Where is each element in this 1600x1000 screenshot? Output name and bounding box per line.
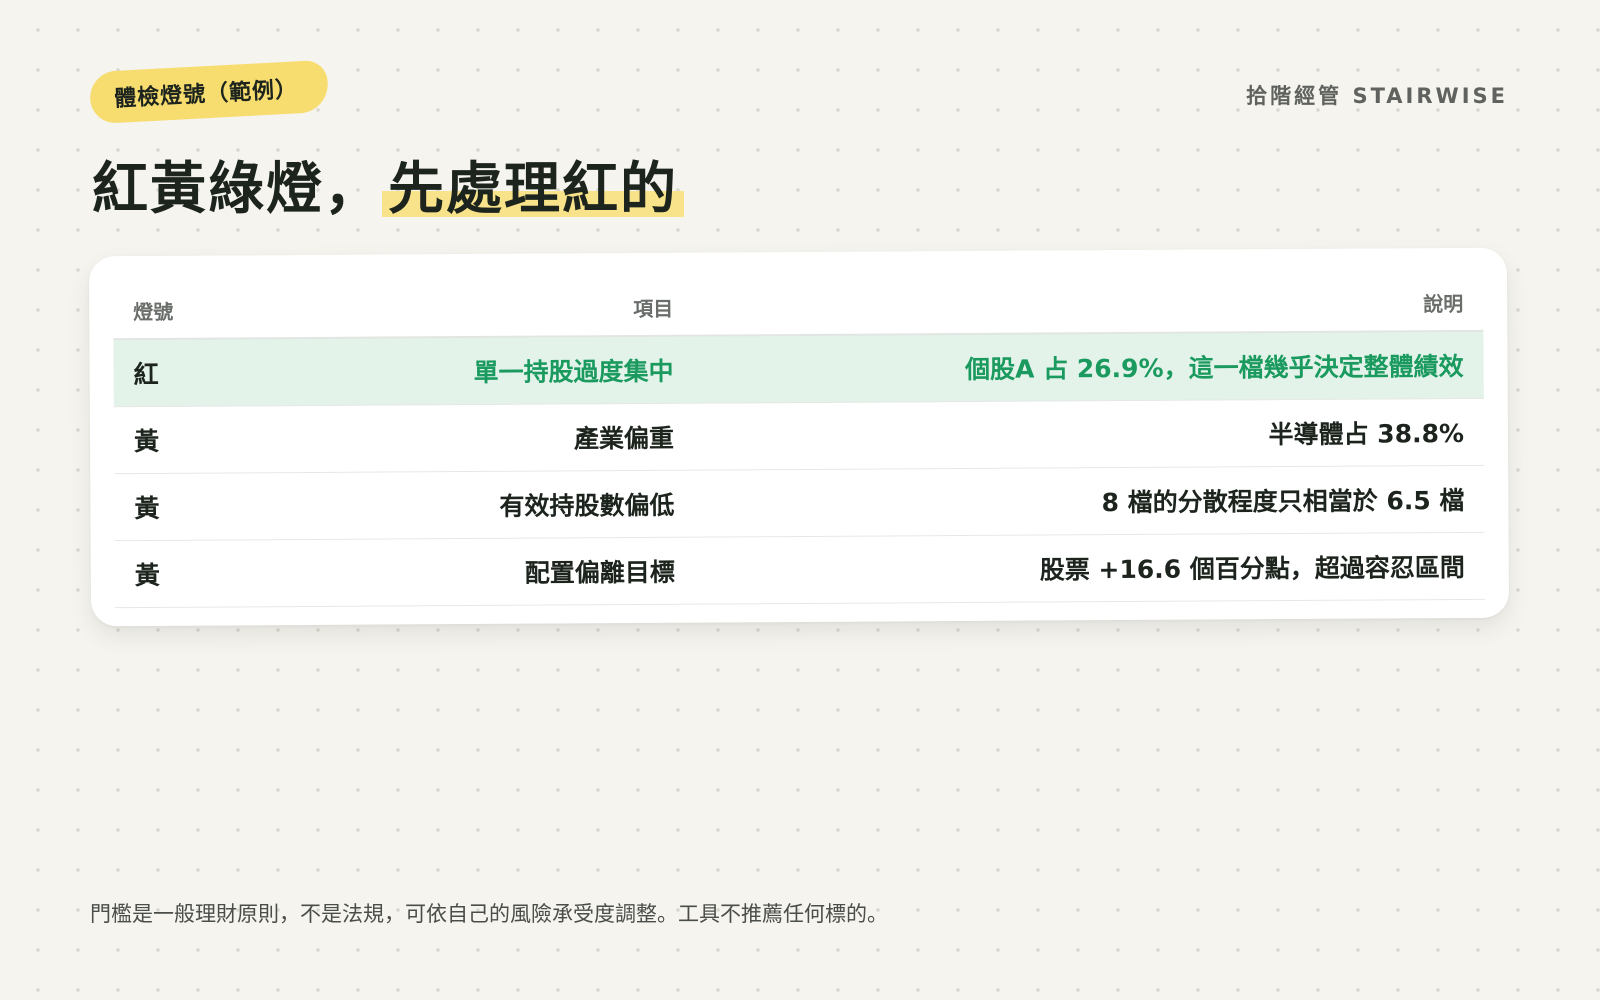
cell-description: 半導體占 38.8% — [693, 398, 1485, 471]
table-row: 黃 有效持股數偏低 8 檔的分散程度只相當於 6.5 檔 — [114, 465, 1485, 541]
cell-item: 有效持股數偏低 — [334, 470, 695, 540]
cell-light: 黃 — [114, 472, 335, 541]
table-row: 黃 產業偏重 半導體占 38.8% — [113, 398, 1485, 474]
table-header-row: 燈號 項目 說明 — [113, 273, 1484, 340]
cell-item: 產業偏重 — [333, 403, 695, 473]
cell-item: 單一持股過度集中 — [333, 335, 694, 406]
brand-logo-text: 拾階經管 STAIRWISE — [1246, 84, 1508, 108]
cell-light: 黃 — [113, 405, 335, 474]
page-title: 紅黃綠燈， 先處理紅的 — [92, 152, 684, 228]
header-light: 燈號 — [113, 280, 334, 340]
cell-light: 黃 — [114, 539, 336, 608]
signal-table-card: 燈號 項目 說明 紅 單一持股過度集中 個股A 占 26.9%，這一檔幾乎決定整… — [88, 247, 1510, 627]
header-description: 說明 — [693, 273, 1484, 336]
title-main: 紅黃綠燈， — [92, 157, 382, 222]
table-row-red: 紅 單一持股過度集中 個股A 占 26.9%，這一檔幾乎決定整體績效 — [113, 330, 1484, 407]
table-row: 黃 配置偏離目標 股票 +16.6 個百分點，超過容忍區間 — [114, 532, 1486, 608]
cell-item: 配置偏離目標 — [334, 537, 696, 607]
cell-description: 個股A 占 26.9%，這一檔幾乎決定整體績效 — [693, 330, 1484, 404]
footnote: 門檻是一般理財原則，不是法規，可依自己的風險承受度調整。工具不推薦任何標的。 — [90, 902, 888, 926]
cell-light: 紅 — [113, 337, 334, 407]
title-highlight: 先處理紅的 — [382, 157, 684, 222]
cell-description: 8 檔的分散程度只相當於 6.5 檔 — [694, 465, 1485, 538]
cell-description: 股票 +16.6 個百分點，超過容忍區間 — [694, 532, 1486, 605]
signal-table: 燈號 項目 說明 紅 單一持股過度集中 個股A 占 26.9%，這一檔幾乎決定整… — [113, 273, 1486, 608]
header-item: 項目 — [333, 278, 694, 338]
section-tag: 體檢燈號（範例） — [88, 59, 330, 125]
